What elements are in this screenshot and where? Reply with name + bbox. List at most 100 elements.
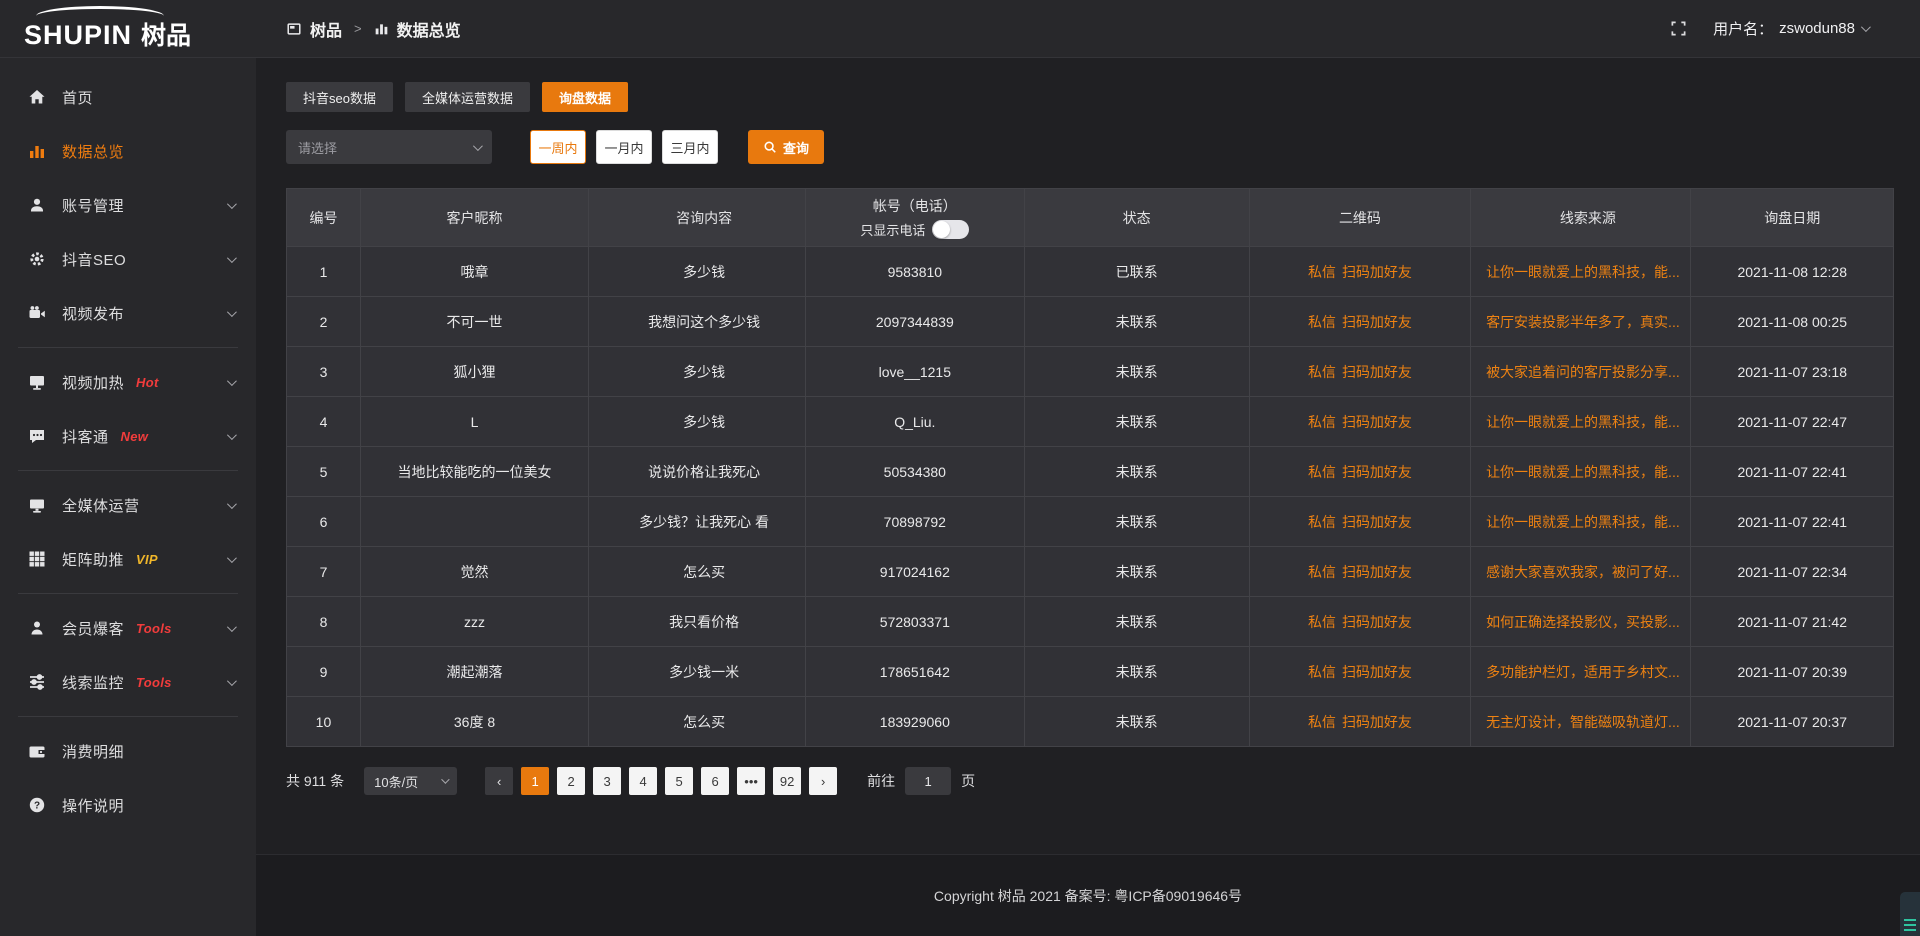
next-page-button[interactable]: › [809,767,837,795]
goto-page-input[interactable] [905,767,951,795]
cell-account: 917024162 [806,547,1025,597]
private-message-link[interactable]: 私信 [1308,514,1336,530]
source-link[interactable]: 让你一眼就爱上的黑科技，能... [1486,264,1680,280]
sidebar-item-matrix-boost[interactable]: 矩阵助推 VIP [0,532,256,586]
private-message-link[interactable]: 私信 [1308,314,1336,330]
cell-content: 怎么买 [589,547,806,597]
sidebar-item-clue-monitoring[interactable]: 线索监控 Tools [0,655,256,709]
page-button-1[interactable]: 1 [521,767,549,795]
sidebar-item-account-management[interactable]: 账号管理 [0,178,256,232]
sidebar-item-label: 抖音SEO [62,249,126,270]
sidebar-item-label: 账号管理 [62,195,124,216]
tab-douyin-seo-data[interactable]: 抖音seo数据 [286,82,393,112]
page-button-3[interactable]: 3 [593,767,621,795]
private-message-link[interactable]: 私信 [1308,364,1336,380]
sidebar-item-label: 操作说明 [62,795,124,816]
cell-status: 未联系 [1024,397,1249,447]
scan-add-friend-link[interactable]: 扫码加好友 [1342,614,1412,630]
source-link[interactable]: 让你一眼就爱上的黑科技，能... [1486,414,1680,430]
scan-add-friend-link[interactable]: 扫码加好友 [1342,464,1412,480]
sidebar-item-douketong[interactable]: 抖客通 New [0,409,256,463]
screen-icon [28,373,46,391]
source-link[interactable]: 多功能护栏灯，适用于乡村文... [1486,664,1680,680]
page-button-92[interactable]: 92 [773,767,801,795]
scan-add-friend-link[interactable]: 扫码加好友 [1342,714,1412,730]
sidebar-item-operation-guide[interactable]: ? 操作说明 [0,778,256,832]
range-quarter-button[interactable]: 三月内 [662,130,718,164]
private-message-link[interactable]: 私信 [1308,464,1336,480]
chevron-down-icon [227,499,237,509]
range-month-button[interactable]: 一月内 [596,130,652,164]
sidebar-item-label: 线索监控 [62,672,124,693]
sidebar-item-video-heating[interactable]: 视频加热 Hot [0,355,256,409]
private-message-link[interactable]: 私信 [1308,714,1336,730]
chevron-down-icon [1861,22,1871,32]
table-row: 4 L 多少钱 Q_Liu. 未联系 私信扫码加好友 让你一眼就爱上的黑科技，能… [287,397,1894,447]
chevron-down-icon [227,676,237,686]
source-link[interactable]: 客厅安装投影半年多了，真实... [1486,314,1680,330]
cell-content: 多少钱 [589,247,806,297]
page-button-2[interactable]: 2 [557,767,585,795]
tools-badge: Tools [136,621,172,636]
filter-select[interactable]: 请选择 [286,130,492,164]
source-link[interactable]: 让你一眼就爱上的黑科技，能... [1486,464,1680,480]
private-message-link[interactable]: 私信 [1308,664,1336,680]
brand-logo[interactable]: SHUPIN 树品 [0,6,256,52]
cell-qrcode: 私信扫码加好友 [1249,347,1471,397]
sidebar-item-all-media-operation[interactable]: 全媒体运营 [0,478,256,532]
sidebar-item-member-baoke[interactable]: 会员爆客 Tools [0,601,256,655]
search-button[interactable]: 查询 [748,130,824,164]
cell-date: 2021-11-07 22:41 [1691,447,1894,497]
scan-add-friend-link[interactable]: 扫码加好友 [1342,514,1412,530]
tab-all-media-data[interactable]: 全媒体运营数据 [405,82,530,112]
tab-inquiry-data[interactable]: 询盘数据 [542,82,628,112]
footer: Copyright 树品 2021 备案号: 粤ICP备09019646号 [256,854,1920,936]
source-link[interactable]: 被大家追着问的客厅投影分享... [1486,364,1680,380]
monitor-icon [28,496,46,514]
page-ellipsis-button[interactable]: ••• [737,767,765,795]
corner-widget[interactable] [1900,892,1920,936]
page-size-select[interactable]: 10条/页 [364,767,457,795]
private-message-link[interactable]: 私信 [1308,414,1336,430]
cell-nickname: L [360,397,588,447]
private-message-link[interactable]: 私信 [1308,564,1336,580]
source-link[interactable]: 无主灯设计，智能磁吸轨道灯... [1486,714,1680,730]
cell-content: 多少钱？让我死心 看 [589,497,806,547]
grid-icon [28,550,46,568]
source-link[interactable]: 让你一眼就爱上的黑科技，能... [1486,514,1680,530]
cell-date: 2021-11-07 22:34 [1691,547,1894,597]
phone-only-toggle[interactable] [932,220,969,239]
cell-status: 已联系 [1024,247,1249,297]
chevron-down-icon [441,775,449,783]
cell-qrcode: 私信扫码加好友 [1249,547,1471,597]
page-button-6[interactable]: 6 [701,767,729,795]
scan-add-friend-link[interactable]: 扫码加好友 [1342,664,1412,680]
source-link[interactable]: 感谢大家喜欢我家，被问了好... [1486,564,1680,580]
cell-account: 70898792 [806,497,1025,547]
range-week-button[interactable]: 一周内 [530,130,586,164]
wallet-icon [28,742,46,760]
top-bar: SHUPIN 树品 树品 > 数据总览 用户名：zswodun88 [0,0,1920,58]
username-label: 用户名： [1713,18,1773,39]
sidebar-item-video-publish[interactable]: 视频发布 [0,286,256,340]
breadcrumb-app[interactable]: 树品 [310,17,342,41]
prev-page-button[interactable]: ‹ [485,767,513,795]
user-menu[interactable]: 用户名：zswodun88 [1713,18,1868,39]
source-link[interactable]: 如何正确选择投影仪，买投影... [1486,614,1680,630]
header-source: 线索来源 [1471,189,1691,247]
sidebar-item-consumption-details[interactable]: 消费明细 [0,724,256,778]
cell-account: 178651642 [806,647,1025,697]
page-button-5[interactable]: 5 [665,767,693,795]
sidebar-item-douyin-seo[interactable]: 抖音SEO [0,232,256,286]
sidebar-item-data-overview[interactable]: 数据总览 [0,124,256,178]
page-button-4[interactable]: 4 [629,767,657,795]
fullscreen-icon[interactable] [1670,20,1687,37]
scan-add-friend-link[interactable]: 扫码加好友 [1342,264,1412,280]
scan-add-friend-link[interactable]: 扫码加好友 [1342,564,1412,580]
scan-add-friend-link[interactable]: 扫码加好友 [1342,314,1412,330]
private-message-link[interactable]: 私信 [1308,264,1336,280]
private-message-link[interactable]: 私信 [1308,614,1336,630]
sidebar-item-home[interactable]: 首页 [0,70,256,124]
scan-add-friend-link[interactable]: 扫码加好友 [1342,414,1412,430]
scan-add-friend-link[interactable]: 扫码加好友 [1342,364,1412,380]
